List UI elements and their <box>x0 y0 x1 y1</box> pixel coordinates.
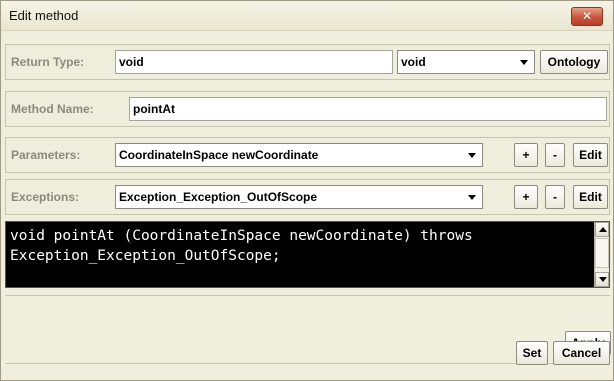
return-type-input[interactable]: void <box>115 50 393 74</box>
remove-parameter-button[interactable]: - <box>545 143 565 167</box>
exceptions-row: Exceptions: Exception_Exception_OutOfSco… <box>5 179 610 215</box>
method-name-label: Method Name: <box>11 102 94 116</box>
cancel-button[interactable]: Cancel <box>553 341 610 365</box>
vertical-scrollbar[interactable] <box>594 222 609 287</box>
parameters-label: Parameters: <box>11 148 81 162</box>
remove-exception-button[interactable]: - <box>545 185 565 209</box>
signature-text: void pointAt (CoordinateInSpace newCoord… <box>10 228 473 264</box>
edit-method-dialog: Edit method ✕ Return Type: void void Ont… <box>0 0 614 381</box>
method-name-row: Method Name: pointAt <box>5 91 610 127</box>
chevron-down-icon <box>468 153 476 158</box>
exceptions-select-value: Exception_Exception_OutOfScope <box>119 190 318 204</box>
ontology-button[interactable]: Ontology <box>540 50 608 74</box>
chevron-down-icon <box>468 195 476 200</box>
return-type-select[interactable]: void <box>397 50 535 74</box>
close-icon[interactable]: ✕ <box>571 7 603 26</box>
parameters-select-value: CoordinateInSpace newCoordinate <box>119 148 319 162</box>
scrollbar-thumb[interactable] <box>595 238 609 268</box>
exceptions-label: Exceptions: <box>11 190 80 204</box>
set-button[interactable]: Set <box>516 341 548 365</box>
add-parameter-button[interactable]: + <box>514 143 538 167</box>
return-type-label: Return Type: <box>11 55 85 69</box>
scroll-down-button[interactable] <box>595 272 609 287</box>
exceptions-select[interactable]: Exception_Exception_OutOfScope <box>115 185 483 209</box>
return-type-select-value: void <box>401 55 426 69</box>
parameters-row: Parameters: CoordinateInSpace newCoordin… <box>5 137 610 173</box>
edit-exception-button[interactable]: Edit <box>573 185 608 209</box>
window-title: Edit method <box>9 8 79 23</box>
divider <box>5 295 610 296</box>
arrow-up-icon <box>599 227 607 232</box>
return-type-row: Return Type: void void Ontology <box>5 44 610 80</box>
chevron-down-icon <box>520 60 528 65</box>
signature-textarea[interactable]: void pointAt (CoordinateInSpace newCoord… <box>5 221 610 288</box>
arrow-down-icon <box>599 277 607 282</box>
method-name-input[interactable]: pointAt <box>129 97 607 121</box>
scroll-up-button[interactable] <box>595 222 609 237</box>
add-exception-button[interactable]: + <box>514 185 538 209</box>
edit-parameter-button[interactable]: Edit <box>573 143 608 167</box>
title-bar: Edit method ✕ <box>1 1 613 31</box>
parameters-select[interactable]: CoordinateInSpace newCoordinate <box>115 143 483 167</box>
